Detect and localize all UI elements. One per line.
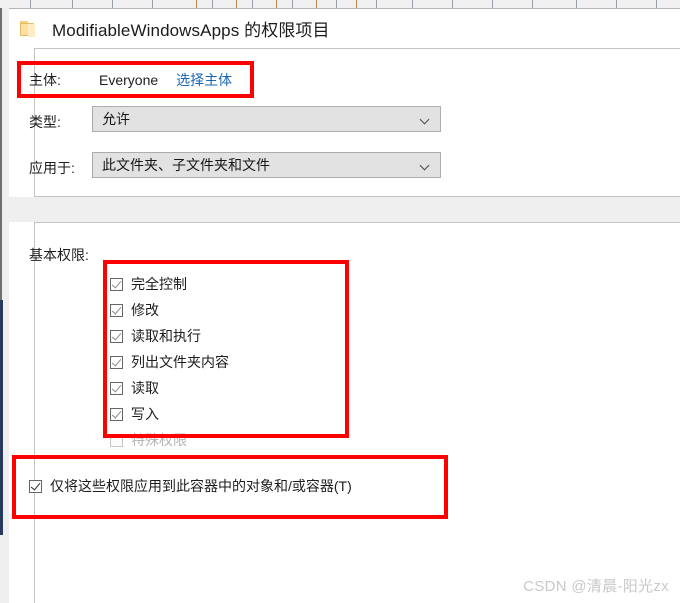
checkbox-list-folder-contents[interactable] [110,355,123,369]
type-dropdown-value: 允许 [102,111,130,127]
checkbox-read[interactable] [110,381,123,395]
chevron-down-icon [420,160,431,171]
folder-icon [20,20,40,37]
left-edge-divider [0,8,2,300]
permission-label: 修改 [131,302,159,318]
background-window-sliver [0,0,680,9]
permission-label: 写入 [131,406,159,422]
watermark: CSDN @清晨-阳光zx [523,578,669,595]
panel-gap [9,197,680,222]
permission-item-write[interactable]: 写入 [110,401,340,427]
applies-to-label: 应用于: [29,160,75,176]
checkbox-apply-to-this-container-only[interactable] [29,479,42,493]
permission-label: 特殊权限 [131,432,187,448]
permission-item-read[interactable]: 读取 [110,375,340,401]
checkbox-full-control[interactable] [110,277,123,291]
permission-label: 读取 [131,380,159,396]
permission-label: 读取和执行 [131,328,201,344]
applies-to-dropdown[interactable]: 此文件夹、子文件夹和文件 [92,152,441,178]
container-option-row[interactable]: 仅将这些权限应用到此容器中的对象和/或容器(T) [29,476,352,496]
type-dropdown[interactable]: 允许 [92,106,441,132]
basic-permissions-label: 基本权限: [29,247,89,263]
dialog-titlebar: ModifiableWindowsApps 的权限项目 [9,9,680,47]
select-subject-link[interactable]: 选择主体 [176,70,232,90]
checkbox-modify[interactable] [110,303,123,317]
left-edge-accent-bar [0,300,3,535]
applies-to-dropdown-value: 此文件夹、子文件夹和文件 [102,157,270,173]
page-title: ModifiableWindowsApps 的权限项目 [52,20,330,40]
basic-permissions-list: 完全控制 修改 读取和执行 列出文件夹内容 读取 写入 特殊权限 [110,271,340,453]
permission-item-list-folder-contents[interactable]: 列出文件夹内容 [110,349,340,375]
checkbox-special-permissions [110,433,123,447]
container-option-label: 仅将这些权限应用到此容器中的对象和/或容器(T) [50,478,352,494]
chevron-down-icon [420,114,431,125]
checkbox-read-execute[interactable] [110,329,123,343]
checkbox-write[interactable] [110,407,123,421]
type-label: 类型: [29,114,61,130]
permission-item-special-permissions: 特殊权限 [110,427,340,453]
permission-item-full-control[interactable]: 完全控制 [110,271,340,297]
permission-label: 列出文件夹内容 [131,354,229,370]
permission-item-modify[interactable]: 修改 [110,297,340,323]
subject-value: Everyone [99,72,159,88]
permission-label: 完全控制 [131,276,187,292]
subject-label: 主体: [29,72,61,88]
subject-row: 主体: Everyone 选择主体 [29,70,232,90]
permission-item-read-execute[interactable]: 读取和执行 [110,323,340,349]
